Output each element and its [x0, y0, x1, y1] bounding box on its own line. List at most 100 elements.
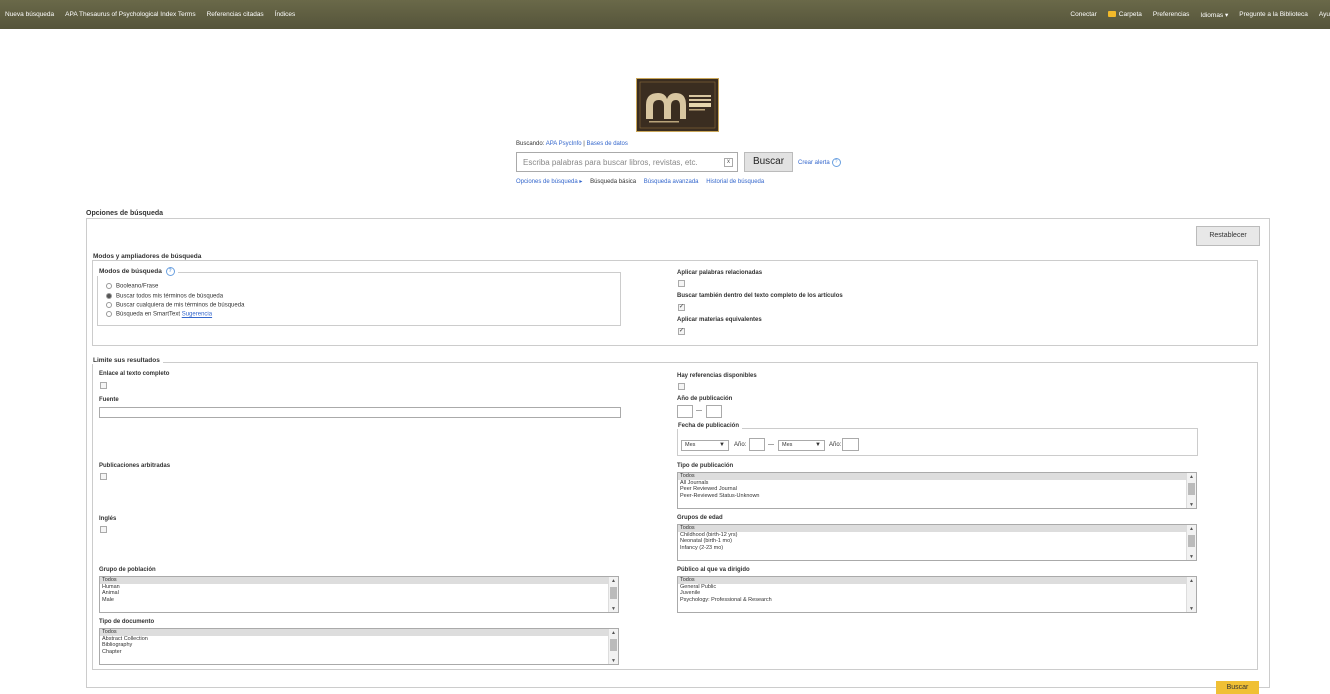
peer-reviewed-checkbox[interactable]: [100, 473, 107, 480]
scrollbar-thumb[interactable]: [1188, 535, 1195, 547]
databases-link[interactable]: Bases de datos: [587, 141, 628, 147]
chevron-down-icon[interactable]: ▼: [1189, 502, 1194, 508]
radio-icon[interactable]: [106, 293, 112, 299]
equivalent-subjects-checkbox[interactable]: [678, 327, 685, 335]
chevron-down-icon[interactable]: ▼: [611, 606, 616, 612]
pub-date-to-year-input[interactable]: [842, 438, 859, 451]
scrollbar[interactable]: ▲ ▼: [608, 629, 618, 664]
nav-ask-library[interactable]: Pregunte a la Biblioteca: [1239, 11, 1308, 18]
english-label: Inglés: [99, 516, 117, 522]
scrollbar-thumb[interactable]: [1188, 483, 1195, 495]
list-item[interactable]: Infancy (2-23 mo): [678, 545, 1196, 552]
database-name-link[interactable]: APA PsycInfo: [546, 141, 582, 147]
chevron-up-icon[interactable]: ▲: [1189, 526, 1194, 532]
mode-all-terms[interactable]: Buscar todos mis términos de búsqueda: [106, 293, 223, 300]
chevron-down-icon[interactable]: ▼: [1189, 554, 1194, 560]
help-icon[interactable]: ?: [165, 267, 175, 276]
pub-year-dash: —: [696, 408, 702, 414]
nav-new-search[interactable]: Nueva búsqueda: [5, 11, 54, 18]
search-button[interactable]: Buscar: [744, 152, 793, 172]
top-nav-left: Nueva búsqueda APA Thesaurus of Psycholo…: [5, 0, 306, 29]
list-item[interactable]: Chapter: [100, 649, 618, 656]
pub-type-listbox[interactable]: Todos All Journals Peer Reviewed Journal…: [677, 472, 1197, 509]
age-groups-label: Grupos de edad: [677, 515, 723, 521]
chevron-down-icon[interactable]: ▼: [1189, 606, 1194, 612]
radio-icon[interactable]: [106, 283, 112, 289]
pub-year-to-input[interactable]: [706, 405, 722, 418]
references-available-checkbox[interactable]: [678, 383, 685, 390]
pub-date-from-year-input[interactable]: [749, 438, 765, 451]
document-type-label: Tipo de documento: [99, 619, 155, 625]
scrollbar[interactable]: ▲ ▼: [608, 577, 618, 612]
searching-label: Buscando:: [516, 141, 545, 147]
pub-year-label: Año de publicación: [677, 396, 733, 402]
chevron-down-icon[interactable]: ▼: [611, 658, 616, 664]
age-groups-listbox[interactable]: Todos Childhood (birth-12 yrs) Neonatal …: [677, 524, 1197, 561]
scrollbar-thumb[interactable]: [610, 587, 617, 599]
modes-expanders-legend: Modos y ampliadores de búsqueda: [90, 253, 205, 260]
from-month-value: Mes: [685, 442, 696, 448]
scrollbar[interactable]: ▲ ▼: [1186, 525, 1196, 560]
list-item[interactable]: Psychology: Professional & Research: [678, 597, 1196, 604]
mode-smarttext[interactable]: Búsqueda en SmartText Sugerencia: [106, 311, 212, 318]
search-history-link[interactable]: Historial de búsqueda: [706, 179, 764, 185]
search-options-link[interactable]: Opciones de búsqueda ▸: [516, 179, 582, 185]
chevron-down-icon: ▼: [815, 442, 821, 448]
help-icon[interactable]: ?: [831, 158, 841, 167]
search-sublinks: Opciones de búsqueda ▸ Búsqueda básica B…: [516, 178, 770, 185]
reset-button[interactable]: Restablecer: [1196, 226, 1260, 246]
nav-connect[interactable]: Conectar: [1070, 11, 1096, 18]
nav-languages[interactable]: Idiomas ▾: [1200, 11, 1228, 19]
bottom-search-button[interactable]: Buscar: [1216, 681, 1259, 694]
related-words-checkbox[interactable]: [678, 280, 685, 287]
pub-date-dash: —: [768, 442, 774, 448]
scrollbar[interactable]: ▲ ▼: [1186, 577, 1196, 612]
advanced-search-link[interactable]: Búsqueda avanzada: [644, 179, 699, 185]
create-alert-label: Crear alerta: [798, 160, 830, 167]
source-input[interactable]: [99, 407, 621, 418]
mode-boolean[interactable]: Booleano/Frase: [106, 283, 158, 290]
scrollbar-thumb[interactable]: [610, 639, 617, 651]
suggestion-link[interactable]: Sugerencia: [182, 312, 212, 318]
search-input[interactable]: Escriba palabras para buscar libros, rev…: [516, 152, 738, 172]
chevron-up-icon[interactable]: ▲: [611, 578, 616, 584]
chevron-up-icon[interactable]: ▲: [1189, 474, 1194, 480]
basic-search-link[interactable]: Búsqueda básica: [590, 179, 636, 185]
mode-any-terms[interactable]: Buscar cualquiera de mis términos de bús…: [106, 302, 244, 309]
pub-date-from-month-select[interactable]: Mes ▼: [681, 440, 729, 451]
related-words-label: Aplicar palabras relacionadas: [677, 270, 763, 276]
search-input-placeholder: Escriba palabras para buscar libros, rev…: [523, 158, 698, 167]
scrollbar[interactable]: ▲ ▼: [1186, 473, 1196, 508]
search-modes-label: Modos de búsqueda: [99, 268, 162, 276]
chevron-up-icon[interactable]: ▲: [611, 630, 616, 636]
population-group-listbox[interactable]: Todos Human Animal Male ▲ ▼: [99, 576, 619, 613]
library-logo[interactable]: [636, 78, 719, 132]
nav-preferences[interactable]: Preferencias: [1153, 11, 1190, 18]
fulltext-search-checkbox[interactable]: [678, 303, 685, 311]
mode-smarttext-label: Búsqueda en SmartText: [116, 311, 181, 318]
mode-all-terms-label: Buscar todos mis términos de búsqueda: [116, 293, 224, 300]
pub-date-to-month-select[interactable]: Mes ▼: [778, 440, 825, 451]
nav-cited-references[interactable]: Referencias citadas: [207, 11, 264, 18]
nav-thesaurus[interactable]: APA Thesaurus of Psychological Index Ter…: [65, 11, 195, 18]
library-logo-image: [637, 79, 718, 131]
equivalent-subjects-label: Aplicar materias equivalentes: [677, 317, 762, 323]
radio-icon[interactable]: [106, 311, 112, 317]
list-item[interactable]: Peer-Reviewed Status-Unknown: [678, 493, 1196, 500]
clear-icon[interactable]: x: [724, 158, 733, 167]
nav-help[interactable]: Ayu: [1319, 11, 1330, 18]
nav-folder[interactable]: Carpeta: [1107, 11, 1142, 18]
list-item[interactable]: Male: [100, 597, 618, 604]
population-group-label: Grupo de población: [99, 567, 156, 573]
fulltext-link-checkbox[interactable]: [100, 382, 107, 389]
nav-folder-label: Carpeta: [1118, 11, 1142, 18]
document-type-listbox[interactable]: Todos Abstract Collection Bibliography C…: [99, 628, 619, 665]
chevron-up-icon[interactable]: ▲: [1189, 578, 1194, 584]
pub-year-from-input[interactable]: [677, 405, 693, 418]
nav-indexes[interactable]: Índices: [275, 11, 296, 18]
audience-listbox[interactable]: Todos General Public Juvenile Psychology…: [677, 576, 1197, 613]
english-checkbox[interactable]: [100, 526, 107, 533]
to-year-label: Año:: [829, 442, 842, 448]
create-alert-link[interactable]: Crear alerta?: [798, 158, 841, 167]
radio-icon[interactable]: [106, 302, 112, 308]
